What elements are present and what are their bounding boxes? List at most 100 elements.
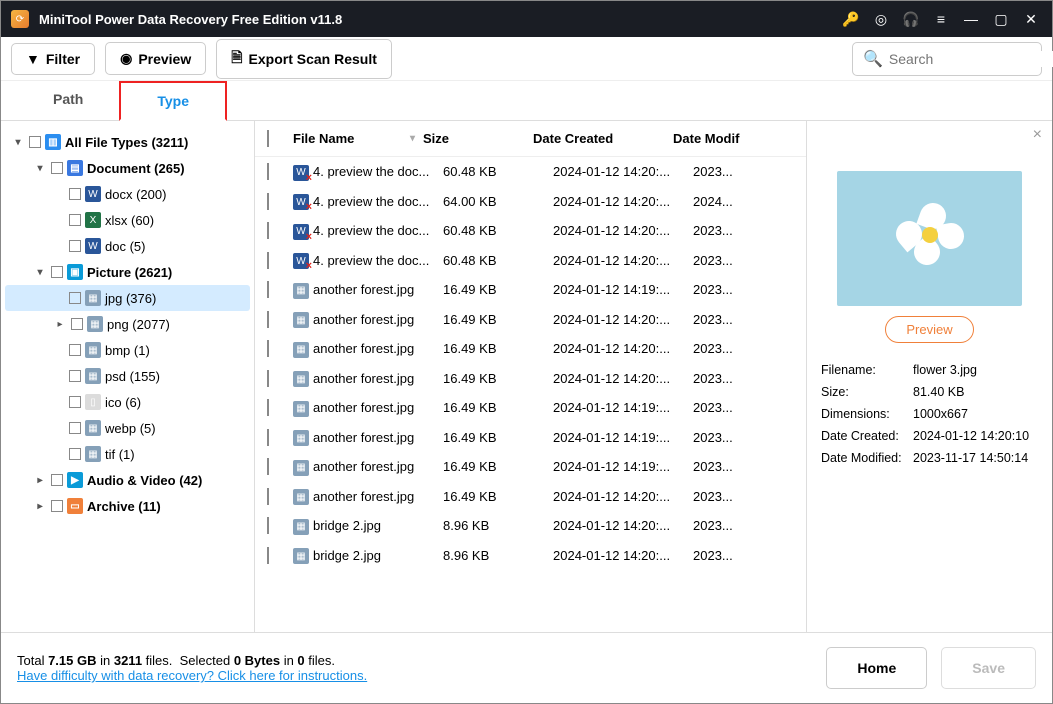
save-button[interactable]: Save xyxy=(941,647,1036,689)
file-row[interactable]: W4. preview the doc...60.48 KB2024-01-12… xyxy=(255,246,806,276)
row-checkbox[interactable] xyxy=(267,488,269,505)
checkbox[interactable] xyxy=(69,214,81,226)
col-date-created[interactable]: Date Created xyxy=(533,131,673,146)
meta-filename: flower 3.jpg xyxy=(913,363,1038,377)
checkbox[interactable] xyxy=(69,188,81,200)
cell-date-modified: 2023... xyxy=(693,400,763,415)
tree-archive[interactable]: ▸▭Archive (11) xyxy=(5,493,250,519)
row-checkbox[interactable] xyxy=(267,281,269,298)
file-row[interactable]: ▦another forest.jpg16.49 KB2024-01-12 14… xyxy=(255,334,806,364)
tree-bmp[interactable]: ▦ bmp (1) xyxy=(5,337,250,363)
checkbox[interactable] xyxy=(69,396,81,408)
checkbox[interactable] xyxy=(29,136,41,148)
tree-jpg[interactable]: ▦jpg (376) xyxy=(5,285,250,311)
tab-path[interactable]: Path xyxy=(17,81,119,120)
file-row[interactable]: ▦another forest.jpg16.49 KB2024-01-12 14… xyxy=(255,423,806,453)
filter-button[interactable]: ▼Filter xyxy=(11,43,95,75)
tree-picture[interactable]: ▾▣Picture (2621) xyxy=(5,259,250,285)
tree-doc[interactable]: Wdoc (5) xyxy=(5,233,250,259)
meta-label-size: Size: xyxy=(821,385,913,399)
row-checkbox[interactable] xyxy=(267,399,269,416)
close-preview-icon[interactable]: × xyxy=(1033,126,1042,144)
cell-filename: another forest.jpg xyxy=(313,341,443,356)
file-row[interactable]: W4. preview the doc...60.48 KB2024-01-12… xyxy=(255,216,806,246)
file-row[interactable]: ▦bridge 2.jpg8.96 KB2024-01-12 14:20:...… xyxy=(255,511,806,541)
chevron-down-icon[interactable]: ▾ xyxy=(33,163,47,174)
file-row[interactable]: ▦bridge 2.jpg8.96 KB2024-01-12 14:20:...… xyxy=(255,541,806,571)
col-filename[interactable]: File Name▾ xyxy=(293,131,423,146)
checkbox[interactable] xyxy=(71,318,83,330)
help-link[interactable]: Have difficulty with data recovery? Clic… xyxy=(17,668,367,683)
license-key-icon[interactable]: 🔑 xyxy=(840,11,862,28)
checkbox[interactable] xyxy=(69,422,81,434)
row-checkbox[interactable] xyxy=(267,370,269,387)
checkbox[interactable] xyxy=(51,162,63,174)
checkbox[interactable] xyxy=(51,474,63,486)
tree-label: bmp (1) xyxy=(105,343,150,358)
row-checkbox[interactable] xyxy=(267,458,269,475)
row-checkbox[interactable] xyxy=(267,193,269,210)
file-row[interactable]: ▦another forest.jpg16.49 KB2024-01-12 14… xyxy=(255,393,806,423)
open-preview-button[interactable]: Preview xyxy=(885,316,973,343)
file-row[interactable]: ▦another forest.jpg16.49 KB2024-01-12 14… xyxy=(255,452,806,482)
select-all-checkbox[interactable] xyxy=(267,130,269,147)
row-checkbox[interactable] xyxy=(267,547,269,564)
tree-document[interactable]: ▾▤Document (265) xyxy=(5,155,250,181)
disc-icon[interactable]: ◎ xyxy=(870,11,892,28)
chevron-right-icon[interactable]: ▸ xyxy=(33,501,47,512)
chevron-down-icon[interactable]: ▾ xyxy=(33,267,47,278)
tree-docx[interactable]: Wdocx (200) xyxy=(5,181,250,207)
search-box[interactable]: 🔍 xyxy=(852,42,1042,76)
support-icon[interactable]: 🎧 xyxy=(900,11,922,28)
file-row[interactable]: W4. preview the doc...60.48 KB2024-01-12… xyxy=(255,157,806,187)
row-checkbox[interactable] xyxy=(267,340,269,357)
cell-date-created: 2024-01-12 14:20:... xyxy=(553,518,693,533)
chevron-right-icon[interactable]: ▸ xyxy=(53,319,67,330)
cell-date-created: 2024-01-12 14:20:... xyxy=(553,489,693,504)
image-icon: ▦ xyxy=(85,342,101,358)
home-button[interactable]: Home xyxy=(826,647,927,689)
meta-size: 81.40 KB xyxy=(913,385,1038,399)
col-date-modified[interactable]: Date Modif xyxy=(673,131,743,146)
tree-psd[interactable]: ▦psd (155) xyxy=(5,363,250,389)
tree-webp[interactable]: ▦webp (5) xyxy=(5,415,250,441)
search-input[interactable] xyxy=(889,51,1053,67)
tree-xlsx[interactable]: Xxlsx (60) xyxy=(5,207,250,233)
tree-ico[interactable]: ▯ico (6) xyxy=(5,389,250,415)
row-checkbox[interactable] xyxy=(267,222,269,239)
col-size[interactable]: Size xyxy=(423,131,533,146)
checkbox[interactable] xyxy=(51,500,63,512)
checkbox[interactable] xyxy=(69,240,81,252)
close-icon[interactable]: ✕ xyxy=(1020,11,1042,28)
checkbox[interactable] xyxy=(69,448,81,460)
checkbox[interactable] xyxy=(69,370,81,382)
row-checkbox[interactable] xyxy=(267,517,269,534)
checkbox[interactable] xyxy=(69,344,81,356)
file-row[interactable]: ▦another forest.jpg16.49 KB2024-01-12 14… xyxy=(255,364,806,394)
image-file-icon: ▦ xyxy=(293,401,309,417)
file-row[interactable]: ▦another forest.jpg16.49 KB2024-01-12 14… xyxy=(255,305,806,335)
tree-png[interactable]: ▸▦png (2077) xyxy=(5,311,250,337)
chevron-right-icon[interactable]: ▸ xyxy=(33,475,47,486)
file-row[interactable]: ▦another forest.jpg16.49 KB2024-01-12 14… xyxy=(255,482,806,512)
row-checkbox[interactable] xyxy=(267,163,269,180)
row-checkbox[interactable] xyxy=(267,252,269,269)
file-row[interactable]: W4. preview the doc...64.00 KB2024-01-12… xyxy=(255,187,806,217)
tree-tif[interactable]: ▦tif (1) xyxy=(5,441,250,467)
menu-icon[interactable]: ≡ xyxy=(930,11,952,27)
row-checkbox[interactable] xyxy=(267,311,269,328)
tree-audio-video[interactable]: ▸▶Audio & Video (42) xyxy=(5,467,250,493)
all-types-icon: ▥ xyxy=(45,134,61,150)
checkbox[interactable] xyxy=(51,266,63,278)
preview-button[interactable]: ◉Preview xyxy=(105,42,206,75)
tree-all-file-types[interactable]: ▾ ▥ All File Types (3211) xyxy=(5,129,250,155)
tab-type[interactable]: Type xyxy=(119,81,227,121)
row-checkbox[interactable] xyxy=(267,429,269,446)
chevron-down-icon[interactable]: ▾ xyxy=(11,137,25,148)
checkbox[interactable] xyxy=(69,292,81,304)
maximize-icon[interactable]: ▢ xyxy=(990,11,1012,28)
minimize-icon[interactable]: — xyxy=(960,11,982,27)
file-row[interactable]: ▦another forest.jpg16.49 KB2024-01-12 14… xyxy=(255,275,806,305)
tree-label: All File Types (3211) xyxy=(65,135,188,150)
export-button[interactable]: 🗎Export Scan Result xyxy=(216,39,392,79)
